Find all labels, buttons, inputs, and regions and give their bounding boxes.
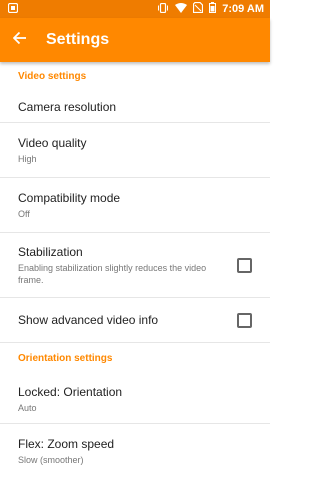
setting-camera-resolution[interactable]: Camera resolution [0,92,270,122]
setting-advanced-video-info[interactable]: Show advanced video info [0,298,270,342]
back-button[interactable] [0,18,40,62]
setting-title: Compatibility mode [18,190,121,205]
battery-icon [209,2,217,16]
section-header-orientation: Orientation settings [18,353,113,364]
setting-title: Locked: Orientation [18,384,123,399]
page-title: Settings [46,31,110,48]
arrow-back-icon [12,31,27,50]
setting-locked-orientation[interactable]: Locked: Orientation Auto [0,375,270,423]
setting-value: High [18,153,37,164]
advanced-info-checkbox[interactable] [237,312,252,328]
settings-list: Video settings Camera resolution Video q… [0,62,270,478]
app-toolbar: Settings [0,18,270,62]
status-time: 7:09 AM [222,3,264,15]
setting-title: Camera resolution [18,100,117,114]
setting-value: Slow (smoother) [18,454,84,465]
setting-title: Stabilization [18,244,83,259]
setting-title: Show advanced video info [18,313,159,327]
status-bar: 7:09 AM [0,0,270,18]
vibrate-icon [157,2,169,16]
no-sim-icon [193,1,204,16]
wifi-icon [175,2,188,16]
setting-summary: Enabling stabilization slightly reduces … [18,262,207,285]
setting-video-quality[interactable]: Video quality High [0,123,270,177]
setting-value: Off [18,208,30,219]
setting-title: Flex: Zoom speed [18,436,115,451]
stabilization-checkbox[interactable] [237,257,252,273]
setting-compatibility-mode[interactable]: Compatibility mode Off [0,178,270,232]
setting-zoom-speed[interactable]: Flex: Zoom speed Slow (smoother) [0,424,270,478]
notification-icon [7,0,19,18]
setting-value: Auto [18,402,37,413]
section-header-video: Video settings [18,71,87,82]
setting-title: Video quality [18,135,87,150]
setting-stabilization[interactable]: Stabilization Enabling stabilization sli… [0,233,270,297]
